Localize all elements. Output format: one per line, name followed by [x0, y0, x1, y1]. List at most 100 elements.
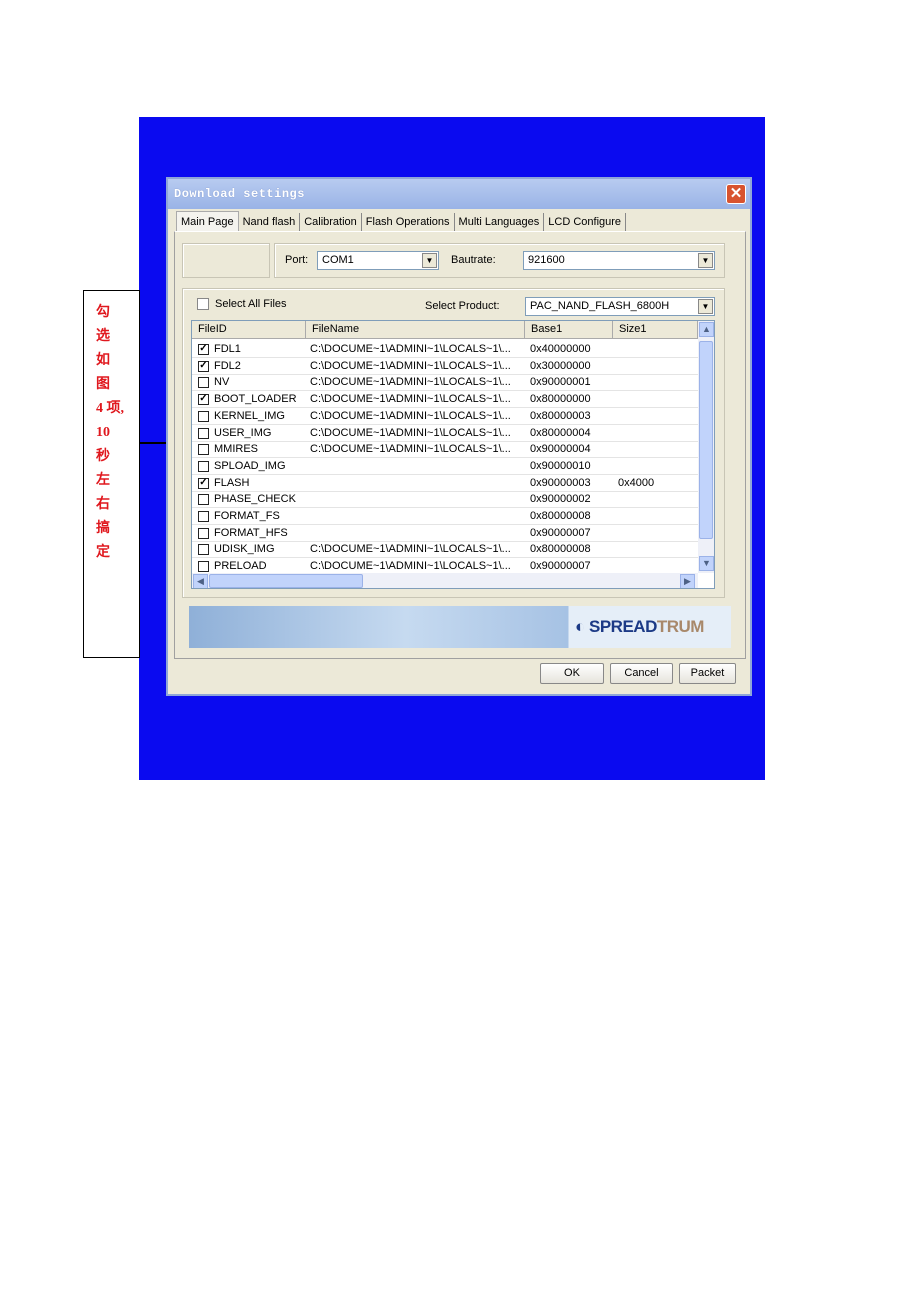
file-id: FORMAT_FS: [214, 510, 280, 522]
select-all-checkbox[interactable]: [197, 298, 209, 310]
file-id: PRELOAD: [214, 560, 267, 573]
base-address: 0x90000004: [530, 443, 591, 456]
checkbox-unchecked[interactable]: [198, 511, 209, 522]
file-table: FileID FileName Base1 Size1 ✓ FDL1 C:\DOCUME~…: [191, 320, 715, 589]
packet-button[interactable]: Packet: [679, 663, 736, 684]
scroll-left-icon[interactable]: ◀: [193, 574, 208, 588]
port-select[interactable]: COM1 ▼: [317, 251, 439, 270]
files-group: Select All Files Select Product: PAC_NAN…: [182, 288, 725, 598]
vertical-scrollbar[interactable]: ▲ ▼: [698, 321, 714, 573]
tab-calibration[interactable]: Calibration: [300, 213, 362, 233]
table-row[interactable]: ✓ FLASH 0x90000003 0x4000: [192, 475, 698, 492]
table-row[interactable]: ✓ BOOT_LOADER C:\DOCUME~1\ADMINI~1\LOCALS~…: [192, 391, 698, 409]
checkbox-unchecked[interactable]: [198, 527, 209, 539]
scroll-right-icon[interactable]: ▶: [680, 574, 695, 588]
column-header-filename[interactable]: FileName: [306, 321, 525, 339]
size-value: 0x4000: [618, 476, 655, 489]
chevron-down-icon[interactable]: ▼: [698, 299, 713, 314]
empty-group: [182, 243, 270, 278]
table-row[interactable]: ✓ FDL2 C:\DOCUME~1\ADMINI~1\LOCALS~1\... 0x…: [192, 358, 698, 375]
tab-bar: Main Page Nand flash Calibration Flash Oper…: [176, 211, 627, 233]
checkbox-checked[interactable]: ✓: [198, 344, 209, 355]
file-id: KERNEL_IMG: [214, 409, 285, 422]
tab-multi-languages[interactable]: Multi Languages: [455, 213, 545, 233]
table-row[interactable]: MMIRES C:\DOCUME~1\ADMINI~1\LOCALS~1\... 0…: [192, 441, 698, 459]
base-address: 0x80000004: [530, 426, 591, 439]
file-name: C:\DOCUME~1\ADMINI~1\LOCALS~1\...: [310, 359, 511, 372]
file-id: FDL2: [214, 359, 241, 372]
baud-label: Bautrate:: [451, 254, 496, 266]
tab-main-page[interactable]: Main Page: [176, 211, 239, 233]
base-address: 0x80000008: [530, 543, 591, 556]
tab-nand-flash[interactable]: Nand flash: [239, 213, 301, 233]
scroll-up-icon[interactable]: ▲: [699, 322, 714, 337]
horizontal-scrollbar[interactable]: ◀ ▶: [192, 573, 698, 588]
tab-lcd-configure[interactable]: LCD Configure: [544, 213, 627, 233]
scroll-down-icon[interactable]: ▼: [699, 556, 714, 571]
checkbox-checked[interactable]: ✓: [198, 394, 209, 406]
chevron-down-icon[interactable]: ▼: [698, 253, 713, 268]
file-name: C:\DOCUME~1\ADMINI~1\LOCALS~1\...: [310, 343, 511, 355]
vertical-scroll-thumb[interactable]: [699, 341, 713, 539]
table-row[interactable]: FORMAT_HFS 0x90000007: [192, 525, 698, 542]
baud-select[interactable]: 921600 ▼: [523, 251, 715, 270]
checkbox-unchecked[interactable]: [198, 544, 209, 556]
close-button[interactable]: ✕: [726, 184, 746, 204]
annotation-box: 勾 选 如 图 4 项, 10 秒 左 右 搞 定: [83, 290, 140, 658]
table-row[interactable]: ✓ FDL1 C:\DOCUME~1\ADMINI~1\LOCALS~1\... 0x…: [192, 341, 698, 358]
logo-part1: SPREAD: [589, 617, 657, 636]
base-address: 0x90000007: [530, 526, 591, 539]
spreadtrum-banner: ◐ SPREADTRUM: [189, 606, 731, 648]
table-row[interactable]: SPLOAD_IMG 0x90000010: [192, 458, 698, 475]
table-row[interactable]: NV C:\DOCUME~1\ADMINI~1\LOCALS~1\... 0x900…: [192, 374, 698, 392]
table-row[interactable]: UDISK_IMG C:\DOCUME~1\ADMINI~1\LOCALS~1\.…: [192, 541, 698, 559]
checkbox-unchecked[interactable]: [198, 444, 209, 456]
dialog-title: Download settings: [174, 187, 305, 201]
logo-part2: TRUM: [656, 617, 705, 636]
checkbox-unchecked[interactable]: [198, 460, 209, 472]
product-label: Select Product:: [425, 300, 500, 312]
column-header-size1[interactable]: Size1: [613, 321, 698, 339]
base-address: 0x90000002: [530, 493, 591, 506]
title-bar[interactable]: Download settings ✕: [168, 179, 750, 209]
base-address: 0x90000001: [530, 376, 591, 389]
file-name: C:\DOCUME~1\ADMINI~1\LOCALS~1\...: [310, 543, 511, 556]
ok-button[interactable]: OK: [540, 663, 604, 684]
base-address: 0x90000003: [530, 476, 591, 489]
file-name: C:\DOCUME~1\ADMINI~1\LOCALS~1\...: [310, 393, 511, 406]
file-name: C:\DOCUME~1\ADMINI~1\LOCALS~1\...: [310, 409, 511, 422]
table-row[interactable]: USER_IMG C:\DOCUME~1\ADMINI~1\LOCALS~1\..…: [192, 425, 698, 442]
file-name: C:\DOCUME~1\ADMINI~1\LOCALS~1\...: [310, 426, 511, 439]
cancel-button[interactable]: Cancel: [610, 663, 673, 684]
file-name: C:\DOCUME~1\ADMINI~1\LOCALS~1\...: [310, 443, 511, 456]
file-id: UDISK_IMG: [214, 543, 275, 556]
file-id: FORMAT_HFS: [214, 526, 288, 539]
checkbox-unchecked[interactable]: [198, 410, 209, 422]
table-row[interactable]: FORMAT_FS 0x80000008: [192, 508, 698, 525]
base-address: 0x80000003: [530, 409, 591, 422]
horizontal-scroll-thumb[interactable]: [209, 574, 363, 588]
checkbox-unchecked[interactable]: [198, 561, 209, 573]
base-address: 0x30000000: [530, 359, 591, 372]
base-address: 0x80000000: [530, 393, 591, 406]
chevron-down-icon[interactable]: ▼: [422, 253, 437, 268]
column-header-base1[interactable]: Base1: [525, 321, 613, 339]
port-group: Port: COM1 ▼ Bautrate: 921600 ▼: [274, 243, 725, 278]
checkbox-unchecked[interactable]: [198, 377, 209, 389]
checkbox-unchecked[interactable]: [198, 494, 209, 506]
file-id: USER_IMG: [214, 426, 272, 439]
file-id: FDL1: [214, 343, 241, 355]
file-id: SPLOAD_IMG: [214, 459, 286, 472]
checkbox-checked[interactable]: ✓: [198, 477, 209, 489]
checkbox-unchecked[interactable]: [198, 427, 209, 439]
file-id: FLASH: [214, 476, 250, 489]
product-select[interactable]: PAC_NAND_FLASH_6800H ▼: [525, 297, 715, 316]
checkbox-checked[interactable]: ✓: [198, 360, 209, 372]
column-header-fileid[interactable]: FileID: [192, 321, 306, 339]
table-row[interactable]: KERNEL_IMG C:\DOCUME~1\ADMINI~1\LOCALS~1\…: [192, 408, 698, 425]
table-row[interactable]: PHASE_CHECK 0x90000002: [192, 491, 698, 509]
base-address: 0x80000008: [530, 510, 591, 522]
tab-flash-operations[interactable]: Flash Operations: [362, 213, 455, 233]
spreadtrum-logo: ◐ SPREADTRUM: [575, 617, 705, 636]
base-address: 0x90000010: [530, 459, 591, 472]
